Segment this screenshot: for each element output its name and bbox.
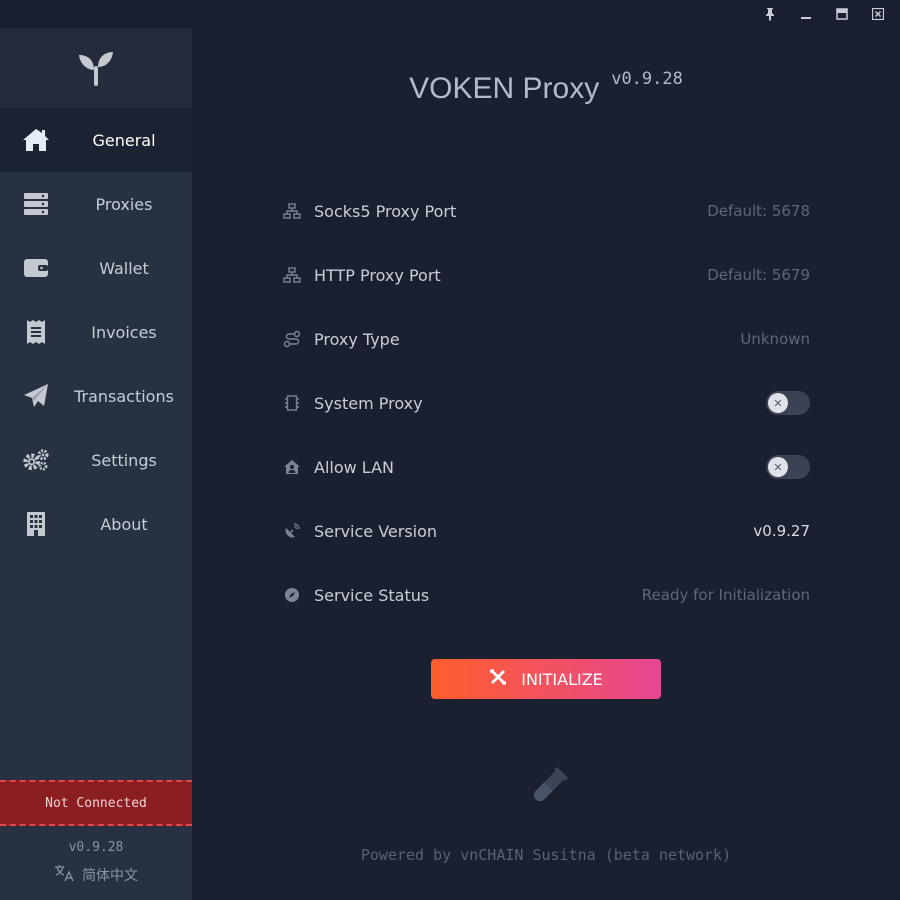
logo-area [0,28,192,108]
toggle-off-icon: ✕ [768,457,788,477]
sidebar: General Proxies Wallet Invoices Transact… [0,28,192,900]
initialize-label: INITIALIZE [521,669,603,689]
translate-icon [54,864,74,886]
page-title: VOKEN Proxy v0.9.28 [192,69,900,106]
service-version-value: v0.9.27 [753,522,810,540]
network-icon [282,265,302,285]
tools-icon [489,668,507,690]
sidebar-item-wallet[interactable]: Wallet [0,236,192,300]
socks5-port-row: Socks5 Proxy Port Default: 5678 [282,191,810,231]
pin-icon[interactable] [758,4,782,24]
powered-by-footer: Powered by vnCHAIN Susitna (beta network… [360,846,732,864]
sidebar-item-label: Invoices [91,322,157,342]
sprout-logo-icon [79,52,113,86]
sidebar-version: v0.9.28 [68,840,124,855]
test-tube-icon [534,767,568,801]
connection-status-badge: Not Connected [0,780,192,826]
network-icon [282,201,302,221]
socks5-port-value[interactable]: Default: 5678 [707,202,810,220]
app-title: VOKEN Proxy [409,72,600,105]
maximize-icon[interactable] [830,4,854,24]
minimize-icon[interactable] [794,4,818,24]
sidebar-item-label: Wallet [99,258,149,278]
allow-lan-toggle[interactable]: ✕ [766,455,810,479]
route-icon [282,329,302,349]
sidebar-item-general[interactable]: General [0,108,192,172]
receipt-icon [22,318,50,346]
sidebar-item-invoices[interactable]: Invoices [0,300,192,364]
paper-plane-icon [22,382,50,410]
sidebar-item-label: Transactions [74,386,174,406]
http-port-row: HTTP Proxy Port Default: 5679 [282,255,810,295]
app-version: v0.9.28 [611,69,683,89]
server-icon [22,190,50,218]
system-proxy-toggle[interactable]: ✕ [766,391,810,415]
service-status-row: Service Status Ready for Initialization [282,575,810,615]
compass-icon [282,585,302,605]
language-label: 简体中文 [82,868,138,884]
sidebar-item-proxies[interactable]: Proxies [0,172,192,236]
home-icon [22,126,50,154]
sidebar-item-settings[interactable]: Settings [0,428,192,492]
socks5-port-label: Socks5 Proxy Port [314,201,457,221]
http-port-label: HTTP Proxy Port [314,265,441,285]
proxy-type-row: Proxy Type Unknown [282,319,810,359]
allow-lan-row: Allow LAN ✕ [282,447,810,487]
service-version-row: Service Version v0.9.27 [282,511,810,551]
satellite-dish-icon [282,521,302,541]
sidebar-item-label: About [100,514,148,534]
system-proxy-row: System Proxy ✕ [282,383,810,423]
allow-lan-label: Allow LAN [314,457,394,477]
toggle-off-icon: ✕ [768,393,788,413]
service-status-value: Ready for Initialization [641,586,810,604]
chip-icon [282,393,302,413]
service-version-label: Service Version [314,521,438,541]
sidebar-item-label: Settings [91,450,157,470]
window-controls [758,4,890,24]
close-icon[interactable] [866,4,890,24]
http-port-value[interactable]: Default: 5679 [707,266,810,284]
sidebar-item-about[interactable]: About [0,492,192,556]
house-user-icon [282,457,302,477]
wallet-icon [22,254,50,282]
sidebar-item-label: Proxies [95,194,153,214]
service-status-label: Service Status [314,585,430,605]
sidebar-item-label: General [92,130,156,150]
system-proxy-label: System Proxy [314,393,423,413]
sidebar-item-transactions[interactable]: Transactions [0,364,192,428]
proxy-type-label: Proxy Type [314,329,400,349]
gears-icon [22,446,50,474]
language-switcher[interactable]: 简体中文 [0,864,192,886]
initialize-button[interactable]: INITIALIZE [431,659,661,699]
proxy-type-value: Unknown [740,330,810,348]
building-icon [22,510,50,538]
